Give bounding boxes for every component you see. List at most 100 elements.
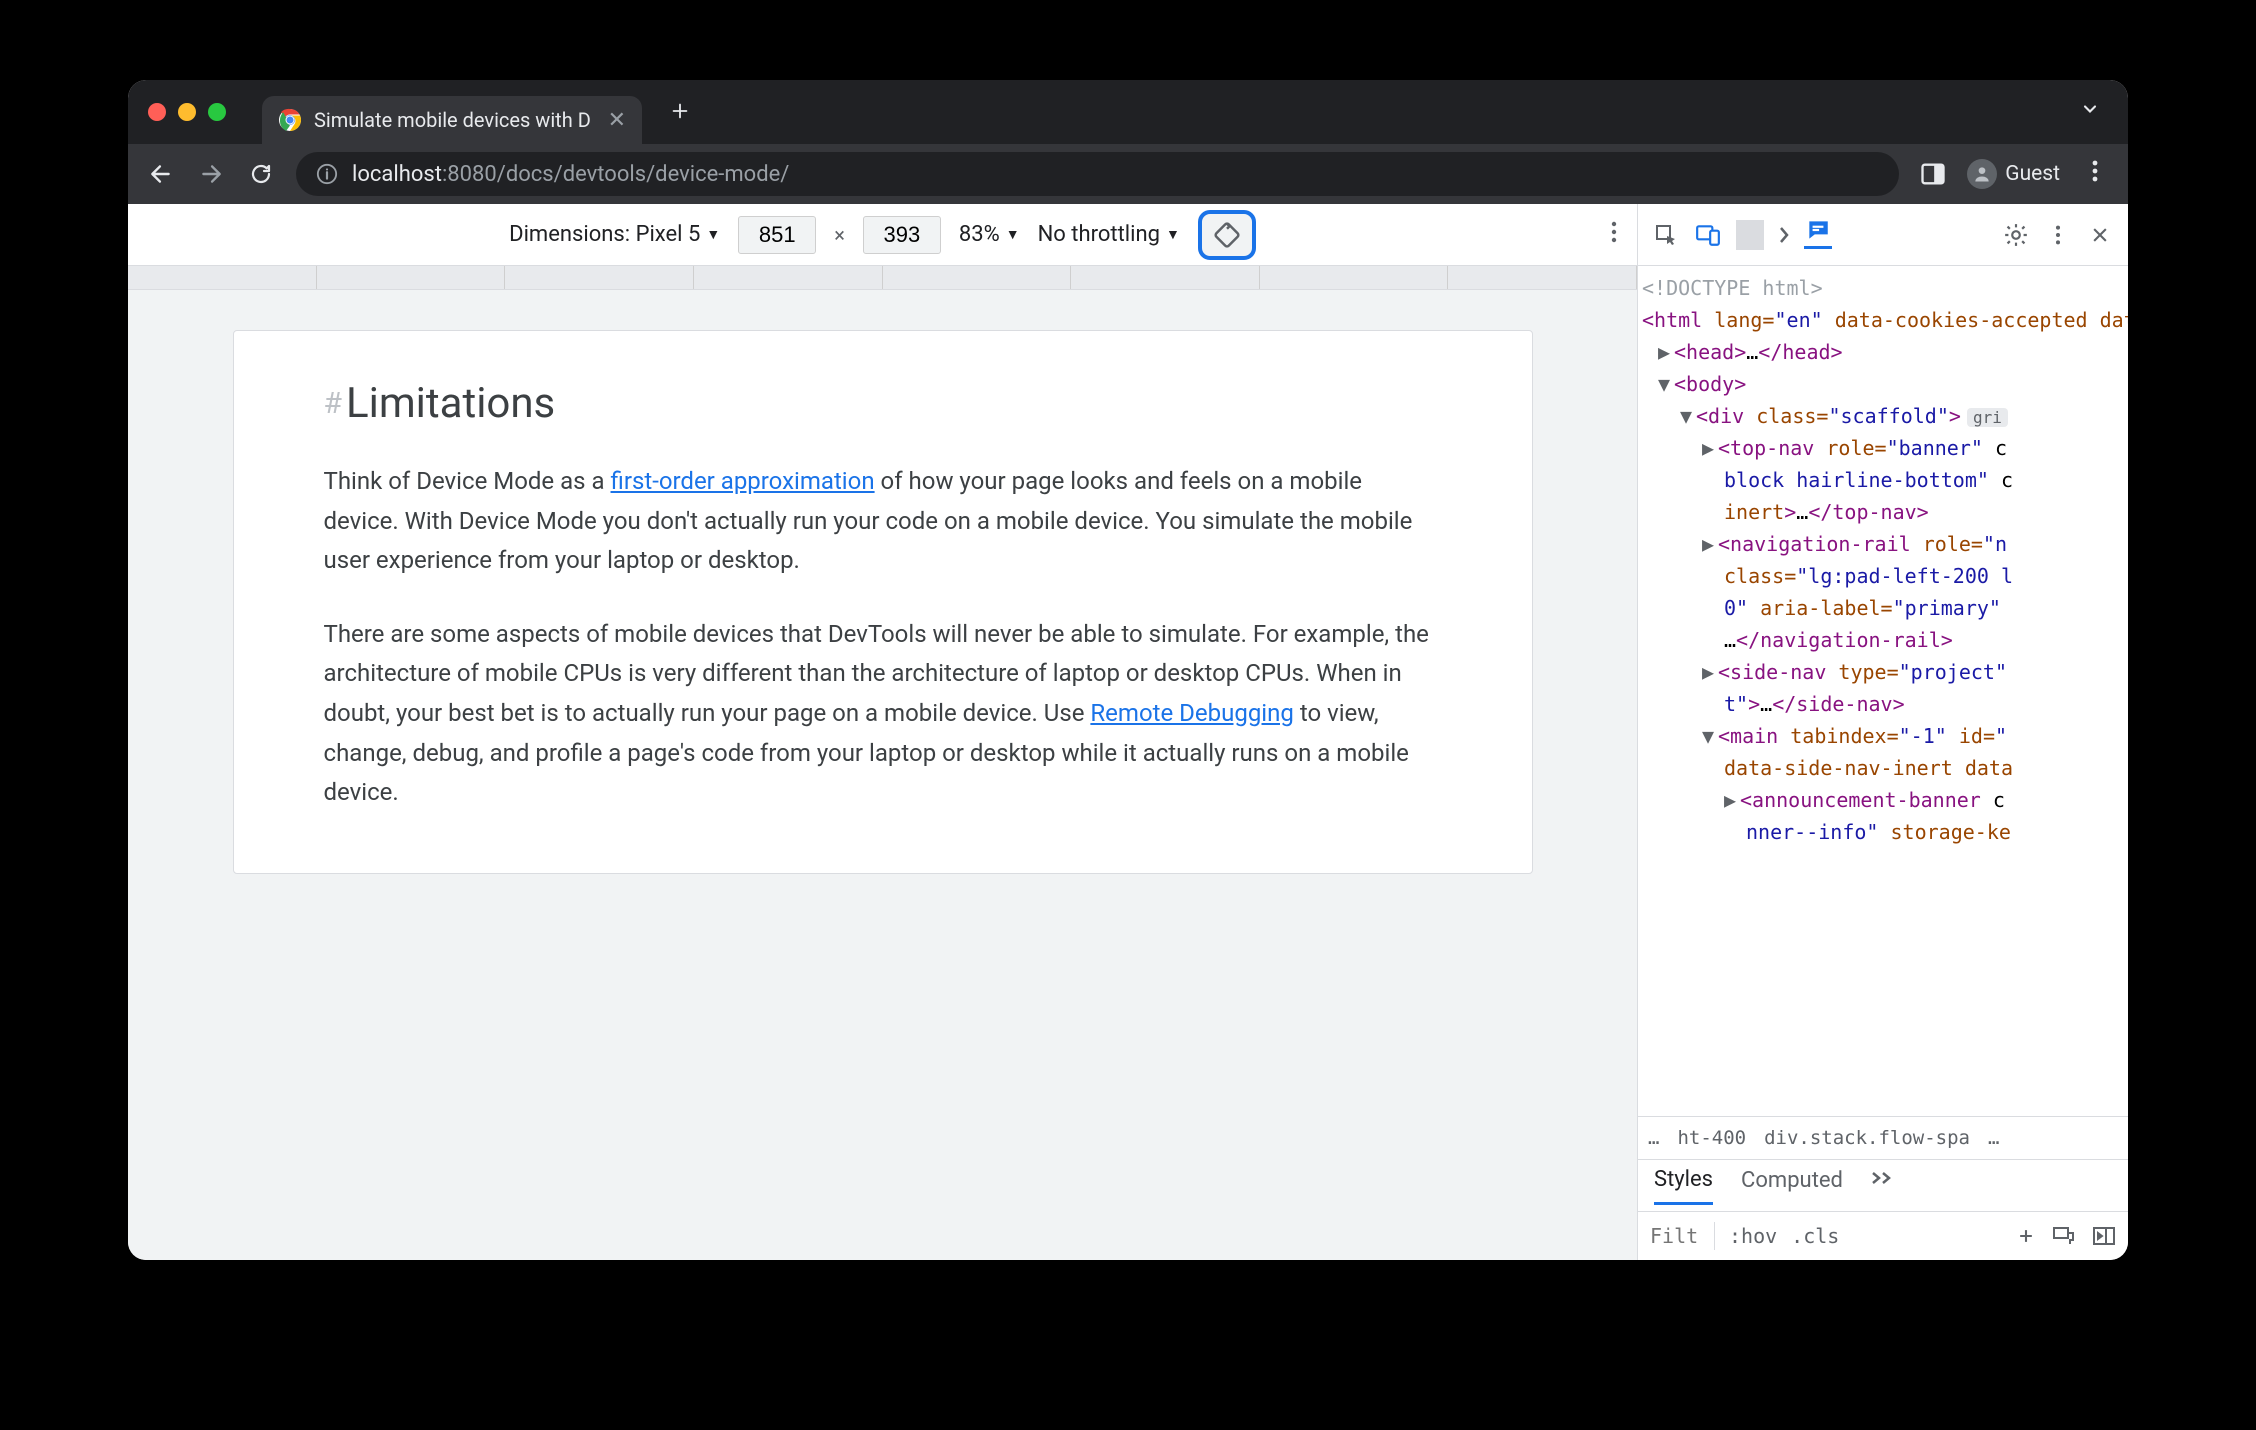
profile-chip[interactable]: Guest xyxy=(1967,159,2060,189)
dom-node: nner--info" storage-ke xyxy=(1642,816,2124,848)
device-toolbar: Dimensions: Pixel 5 ▼ × 83% ▼ No throttl… xyxy=(128,204,1637,266)
dom-tree[interactable]: <!DOCTYPE html> <html lang="en" data-coo… xyxy=(1638,266,2128,1116)
device-toolbar-menu[interactable] xyxy=(1611,220,1617,250)
dom-node: data-side-nav-inert data xyxy=(1642,752,2124,784)
devices-icon xyxy=(1695,222,1721,248)
styles-tabbar: Styles Computed xyxy=(1638,1160,2128,1212)
dom-node: …</navigation-rail> xyxy=(1642,624,2124,656)
reload-button[interactable] xyxy=(246,159,276,189)
paint-icon[interactable] xyxy=(2052,1226,2076,1246)
info-icon xyxy=(316,163,338,185)
chrome-favicon-icon xyxy=(278,108,302,132)
tab-more[interactable] xyxy=(1871,1168,1897,1203)
device-width-input[interactable] xyxy=(738,216,816,254)
dom-node: inert>…</top-nav> xyxy=(1642,496,2124,528)
dom-node[interactable]: ▶<side-nav type="project" xyxy=(1642,656,2124,688)
rotate-button[interactable] xyxy=(1198,210,1256,260)
browser-tab[interactable]: Simulate mobile devices with D ✕ xyxy=(262,96,642,144)
chrome-menu[interactable] xyxy=(2080,159,2110,190)
link-remote-debugging[interactable]: Remote Debugging xyxy=(1090,699,1293,727)
tab-strip: Simulate mobile devices with D ✕ xyxy=(128,80,2128,144)
devtools-menu[interactable] xyxy=(2044,221,2072,249)
toggle-sidebar-icon[interactable] xyxy=(2092,1226,2116,1246)
dom-node[interactable]: ▼<main tabindex="-1" id=" xyxy=(1642,720,2124,752)
device-mode-pane: Dimensions: Pixel 5 ▼ × 83% ▼ No throttl… xyxy=(128,204,1638,1260)
dom-node[interactable]: ▼<div class="scaffold">gri xyxy=(1642,400,2124,432)
arrow-left-icon xyxy=(148,161,174,187)
kebab-icon xyxy=(2092,159,2098,183)
dom-node: class="lg:pad-left-200 l xyxy=(1642,560,2124,592)
throttling-dropdown[interactable]: No throttling ▼ xyxy=(1038,222,1180,247)
url-text: localhost:8080/docs/devtools/device-mode… xyxy=(352,162,789,187)
link-first-order[interactable]: first-order approximation xyxy=(611,467,875,495)
paragraph: Think of Device Mode as a first-order ap… xyxy=(324,462,1442,581)
responsive-ruler[interactable] xyxy=(128,266,1637,290)
content-area: Dimensions: Pixel 5 ▼ × 83% ▼ No throttl… xyxy=(128,204,2128,1260)
kebab-icon xyxy=(1611,220,1617,244)
devtools-close[interactable] xyxy=(2086,221,2114,249)
paragraph: There are some aspects of mobile devices… xyxy=(324,615,1442,813)
devtools-panel: <!DOCTYPE html> <html lang="en" data-coo… xyxy=(1638,204,2128,1260)
dropdown-arrow-icon: ▼ xyxy=(706,226,720,243)
device-toggle-button[interactable] xyxy=(1694,221,1722,249)
window-minimize[interactable] xyxy=(178,103,196,121)
dimension-x: × xyxy=(834,223,845,247)
avatar-icon xyxy=(1967,159,1997,189)
gear-icon xyxy=(2003,222,2029,248)
dropdown-arrow-icon: ▼ xyxy=(1166,226,1180,243)
rotate-icon xyxy=(1212,220,1242,250)
dom-node[interactable]: ▶<head>…</head> xyxy=(1642,336,2124,368)
breadcrumb-item[interactable]: ht-400 xyxy=(1677,1127,1746,1149)
styles-toolbar: :hov .cls xyxy=(1638,1212,2128,1260)
dom-node[interactable]: ▶<navigation-rail role="n xyxy=(1642,528,2124,560)
address-bar[interactable]: localhost:8080/docs/devtools/device-mode… xyxy=(296,152,1899,196)
profile-label: Guest xyxy=(2005,162,2060,186)
page-heading: #Limitations xyxy=(324,379,1442,428)
breadcrumb-item[interactable]: div.stack.flow-spa xyxy=(1764,1127,1970,1149)
window-close[interactable] xyxy=(148,103,166,121)
plus-icon[interactable] xyxy=(2016,1226,2036,1246)
devtools-header xyxy=(1638,204,2128,266)
hover-toggle[interactable]: :hov xyxy=(1729,1224,1777,1248)
dom-breadcrumb[interactable]: … ht-400 div.stack.flow-spa … xyxy=(1638,1116,2128,1160)
plus-icon xyxy=(669,100,691,122)
dom-node: t">…</side-nav> xyxy=(1642,688,2124,720)
elements-tab[interactable] xyxy=(1804,221,1832,249)
viewport[interactable]: #Limitations Think of Device Mode as a f… xyxy=(128,290,1637,1260)
cls-toggle[interactable]: .cls xyxy=(1791,1224,1839,1248)
forward-button[interactable] xyxy=(196,159,226,189)
inspect-icon xyxy=(1654,223,1678,247)
side-panel-icon[interactable] xyxy=(1919,160,1947,188)
zoom-dropdown[interactable]: 83% ▼ xyxy=(959,222,1020,247)
dropdown-arrow-icon: ▼ xyxy=(1006,226,1020,243)
styles-filter-input[interactable] xyxy=(1650,1224,1700,1248)
window-controls xyxy=(148,103,226,121)
chevron-right-icon[interactable] xyxy=(1778,225,1790,245)
dom-node[interactable]: ▶<top-nav role="banner" c xyxy=(1642,432,2124,464)
dimensions-dropdown[interactable]: Dimensions: Pixel 5 ▼ xyxy=(509,222,720,247)
window-zoom[interactable] xyxy=(208,103,226,121)
dom-node: 0" aria-label="primary" xyxy=(1642,592,2124,624)
tab-styles[interactable]: Styles xyxy=(1654,1167,1713,1205)
tab-title: Simulate mobile devices with D xyxy=(314,108,591,132)
dom-node[interactable]: ▶<announcement-banner c xyxy=(1642,784,2124,816)
message-icon xyxy=(1805,217,1831,243)
close-icon xyxy=(2090,225,2110,245)
inspect-element-button[interactable] xyxy=(1652,221,1680,249)
new-tab-button[interactable] xyxy=(662,96,698,129)
tab-search-button[interactable] xyxy=(2068,99,2112,125)
heading-anchor[interactable]: # xyxy=(324,386,342,421)
settings-button[interactable] xyxy=(2002,221,2030,249)
dom-node[interactable]: <html lang="en" data-cookies-accepted da… xyxy=(1642,304,2124,336)
page-content: #Limitations Think of Device Mode as a f… xyxy=(233,330,1533,874)
dom-node: block hairline-bottom" c xyxy=(1642,464,2124,496)
tab-close-icon[interactable]: ✕ xyxy=(608,108,626,133)
dom-node[interactable]: ▼<body> xyxy=(1642,368,2124,400)
more-tabs-icon xyxy=(1871,1169,1897,1187)
dom-node[interactable]: <!DOCTYPE html> xyxy=(1642,272,2124,304)
device-height-input[interactable] xyxy=(863,216,941,254)
tab-computed[interactable]: Computed xyxy=(1741,1168,1843,1203)
back-button[interactable] xyxy=(146,159,176,189)
kebab-icon xyxy=(2055,224,2061,246)
toolbar: localhost:8080/docs/devtools/device-mode… xyxy=(128,144,2128,204)
